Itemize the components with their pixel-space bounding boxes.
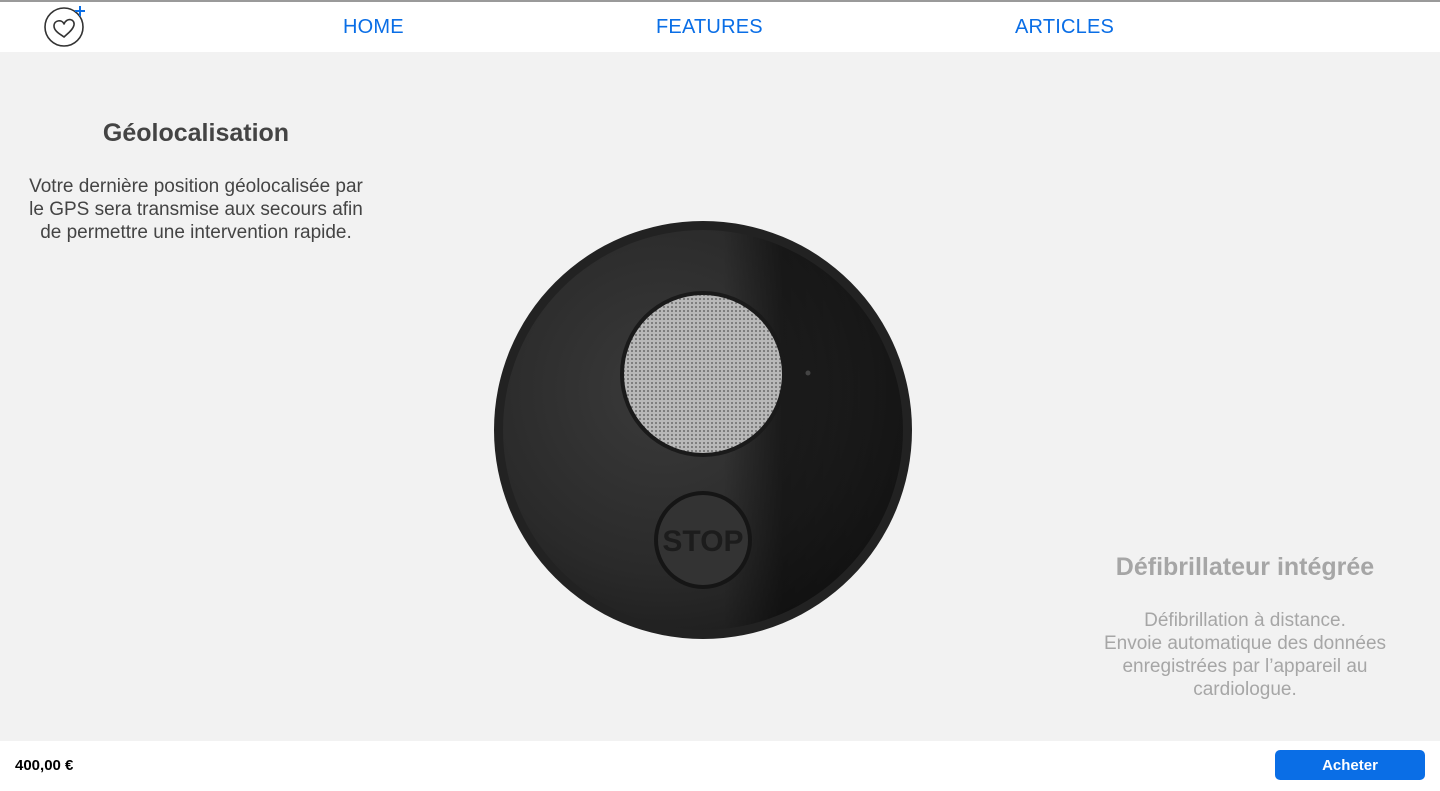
device-image: STOP: [494, 221, 912, 639]
geolocation-title: Géolocalisation: [102, 119, 290, 147]
buy-button[interactable]: Acheter: [1275, 750, 1425, 780]
nav-home-link[interactable]: HOME: [343, 16, 404, 39]
price-label: 400,00 €: [15, 757, 74, 774]
nav-articles-link[interactable]: ARTICLES: [1015, 16, 1114, 39]
defibrillator-description-line: Envoie automatique des données enregistr…: [1103, 633, 1387, 700]
purchase-bar: 400,00 € Acheter: [0, 741, 1440, 791]
top-navigation: HOME FEATURES ARTICLES: [0, 2, 1440, 52]
geolocation-description: Votre dernière position géolocalisée par…: [29, 176, 363, 243]
logo-icon[interactable]: [42, 4, 88, 48]
defibrillator-description: Défibrillation à distance. Envoie automa…: [1080, 609, 1410, 701]
stop-label: STOP: [662, 525, 743, 558]
defibrillator-description-line: Défibrillation à distance.: [1144, 610, 1346, 631]
nav-features-link[interactable]: FEATURES: [656, 16, 763, 39]
defibrillator-title: Défibrillateur intégrée: [1115, 553, 1375, 581]
